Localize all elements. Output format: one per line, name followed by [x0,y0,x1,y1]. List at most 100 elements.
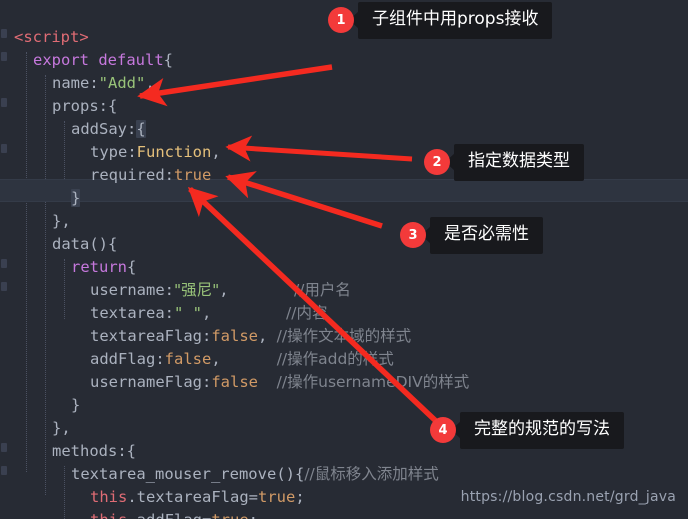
code-token: textarea [90,304,165,322]
code-token: true [258,488,296,506]
watermark-url: https://blog.csdn.net/grd_java [460,489,676,505]
code-line[interactable]: addSay:{ [0,118,688,141]
code-token: , [258,327,277,345]
code-line[interactable]: props:{ [0,95,688,118]
code-token: Function [136,143,212,161]
code-token: return [71,258,127,276]
callout-badge: 2 [424,149,450,176]
code-token: false [211,373,258,391]
code-token: this [90,511,127,519]
code-token: . [127,488,137,506]
code-token: : [164,304,174,322]
code-token: textarea_mouser_remove [71,465,277,483]
code-token: } [71,189,81,207]
code-token: name [52,74,90,92]
code-token: <script> [14,28,89,46]
code-token: { [163,51,173,69]
callout-badge: 3 [400,222,426,249]
code-token: (){ [89,235,118,253]
code-token: false [164,350,212,368]
code-token: : [127,120,137,138]
code-token: default [98,51,164,69]
callout-label: 指定数据类型 [454,144,584,181]
code-line[interactable]: addFlag:false, //操作add的样式 [0,348,688,371]
code-line[interactable]: } [0,187,688,210]
code-token: . [127,511,136,519]
code-line[interactable]: data(){ [0,233,688,256]
code-line[interactable]: usernameFlag:false //操作usernameDIV的样式 [0,371,688,394]
code-token: addFlag [137,511,202,519]
code-token: : [201,327,212,345]
code-line[interactable]: textarea:" ", //内容 [0,302,688,325]
code-line[interactable]: required:true [0,164,688,187]
code-token: } [71,396,81,414]
code-token: : [164,166,174,184]
code-token: , [211,350,221,368]
code-token: " " [174,304,202,322]
code-line[interactable]: }, [0,210,688,233]
code-token: "Add" [98,74,146,92]
code-token: }, [52,419,71,437]
code-token: (){ [276,465,305,483]
code-token: , [219,281,229,299]
code-token: { [136,120,146,138]
code-token: : [89,74,99,92]
code-token: required [90,166,165,184]
code-token: :{ [117,442,136,460]
code-token: ; [295,488,305,506]
callout-4: 4 完整的规范的写法 [430,412,624,449]
code-token: :{ [98,97,118,115]
code-token: : [155,350,165,368]
code-token: , [202,304,212,322]
code-line[interactable]: type:Function, [0,141,688,164]
callout-1: 1 子组件中用props接收 [328,2,553,39]
code-token: //操作add的样式 [276,350,394,368]
code-token: textareaFlag [90,327,202,345]
code-token: : [164,281,174,299]
code-token: //操作文本域的样式 [276,327,412,345]
code-token: addFlag [90,350,156,368]
code-token: //内容 [286,304,328,322]
code-token: , [211,143,221,161]
callout-badge: 1 [328,7,354,34]
code-line[interactable]: textarea_mouser_remove(){//鼠标移入添加样式 [0,463,688,486]
code-token: : [201,373,212,391]
screenshot-root: <script> export default{name:"Add", props:… [0,0,688,519]
code-token: addSay [71,120,127,138]
code-token: true [174,166,212,184]
callout-label: 完整的规范的写法 [460,412,624,449]
code-token: //操作usernameDIV的样式 [276,373,470,391]
callout-badge: 4 [430,417,456,444]
code-line[interactable]: name:"Add", [0,72,688,95]
code-token: ; [249,511,258,519]
code-token: { [127,258,137,276]
callout-label: 子组件中用props接收 [358,2,553,39]
code-line[interactable]: return{ [0,256,688,279]
code-token: textareaFlag [136,488,249,506]
code-token: = [202,511,211,519]
code-token: this [90,488,128,506]
code-token: = [248,488,258,506]
code-token: //用户名 [293,281,351,299]
callout-label: 是否必需性 [430,217,543,254]
code-token: methods [52,442,118,460]
code-token: data [52,235,90,253]
code-line[interactable]: this.addFlag=true; [0,509,688,519]
code-token: "强尼" [174,281,220,299]
code-line[interactable]: export default{ [0,49,688,72]
code-token: usernameFlag [90,373,202,391]
code-token: }, [52,212,71,230]
code-token: //鼠标移入添加样式 [304,465,439,483]
code-token: , [145,74,155,92]
code-token: props [52,97,99,115]
code-token: : [127,143,137,161]
code-token: type [90,143,128,161]
callout-2: 2 指定数据类型 [424,144,584,181]
code-line[interactable]: textareaFlag:false, //操作文本域的样式 [0,325,688,348]
code-token: false [211,327,258,345]
code-line[interactable]: username:"强尼", //用户名 [0,279,688,302]
